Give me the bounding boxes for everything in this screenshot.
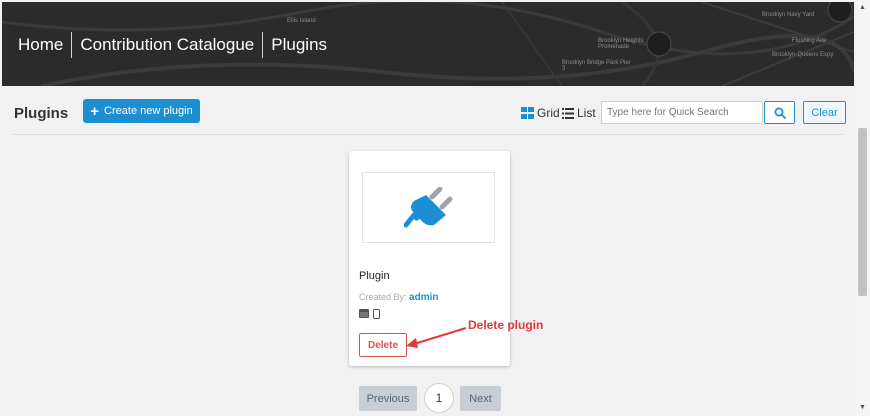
- page-title: Plugins: [14, 105, 69, 122]
- breadcrumb-plugins: Plugins: [271, 35, 328, 54]
- create-plugin-button[interactable]: + Create new plugin: [83, 99, 200, 123]
- search-input[interactable]: [601, 101, 763, 124]
- annotation-arrow-icon: [406, 327, 467, 348]
- page: Brooklyn Navy Yard Flushing Ave Brooklyn…: [0, 0, 870, 416]
- plugin-title[interactable]: Plugin: [359, 270, 390, 282]
- header-banner: Brooklyn Navy Yard Flushing Ave Brooklyn…: [2, 2, 854, 86]
- breadcrumb: Home Contribution Catalogue Plugins: [18, 32, 335, 58]
- platform-icons: [359, 309, 380, 319]
- plug-icon: [403, 186, 452, 227]
- map-label: Brooklyn Navy Yard: [762, 12, 815, 18]
- annotation-label: Delete plugin: [468, 318, 544, 332]
- toolbar: Plugins + Create new plugin Grid List Ty…: [2, 96, 854, 132]
- create-plugin-label: Create new plugin: [104, 105, 193, 117]
- map-label: Brooklyn-Queens Expy: [772, 52, 834, 58]
- search-icon: [774, 107, 786, 119]
- map-label: Brooklyn Bridge Park Pier 3: [562, 60, 631, 72]
- vertical-scrollbar[interactable]: ▲ ▼: [856, 0, 870, 416]
- pagination-previous[interactable]: Previous: [359, 386, 417, 411]
- list-label: List: [577, 106, 596, 120]
- grid-label: Grid: [537, 106, 560, 120]
- pagination-next[interactable]: Next: [460, 386, 501, 411]
- map-label: Brooklyn Heights Promenade: [598, 38, 644, 50]
- search-button[interactable]: [764, 101, 795, 124]
- list-icon: [562, 107, 574, 119]
- map-label: Ellis Island: [287, 18, 316, 24]
- grid-view-toggle[interactable]: Grid: [521, 106, 560, 120]
- author-link[interactable]: admin: [409, 292, 438, 303]
- scroll-up-icon[interactable]: ▲: [859, 4, 866, 11]
- toolbar-divider: [12, 134, 844, 135]
- plugin-thumbnail: [362, 172, 495, 243]
- grid-icon: [521, 107, 534, 119]
- created-by: Created By: admin: [359, 292, 439, 303]
- pagination-page-1[interactable]: 1: [424, 383, 454, 413]
- desktop-icon: [359, 309, 369, 318]
- scroll-thumb[interactable]: [858, 128, 867, 296]
- clear-button[interactable]: Clear: [803, 101, 846, 124]
- created-by-label: Created By:: [359, 292, 407, 302]
- breadcrumb-home[interactable]: Home: [18, 35, 71, 55]
- list-view-toggle[interactable]: List: [562, 106, 596, 120]
- scroll-down-icon[interactable]: ▼: [859, 404, 866, 411]
- breadcrumb-contribution-catalogue[interactable]: Contribution Catalogue: [72, 35, 262, 55]
- plus-icon: +: [90, 102, 100, 120]
- map-label: Flushing Ave: [792, 38, 827, 44]
- mobile-icon: [373, 309, 380, 319]
